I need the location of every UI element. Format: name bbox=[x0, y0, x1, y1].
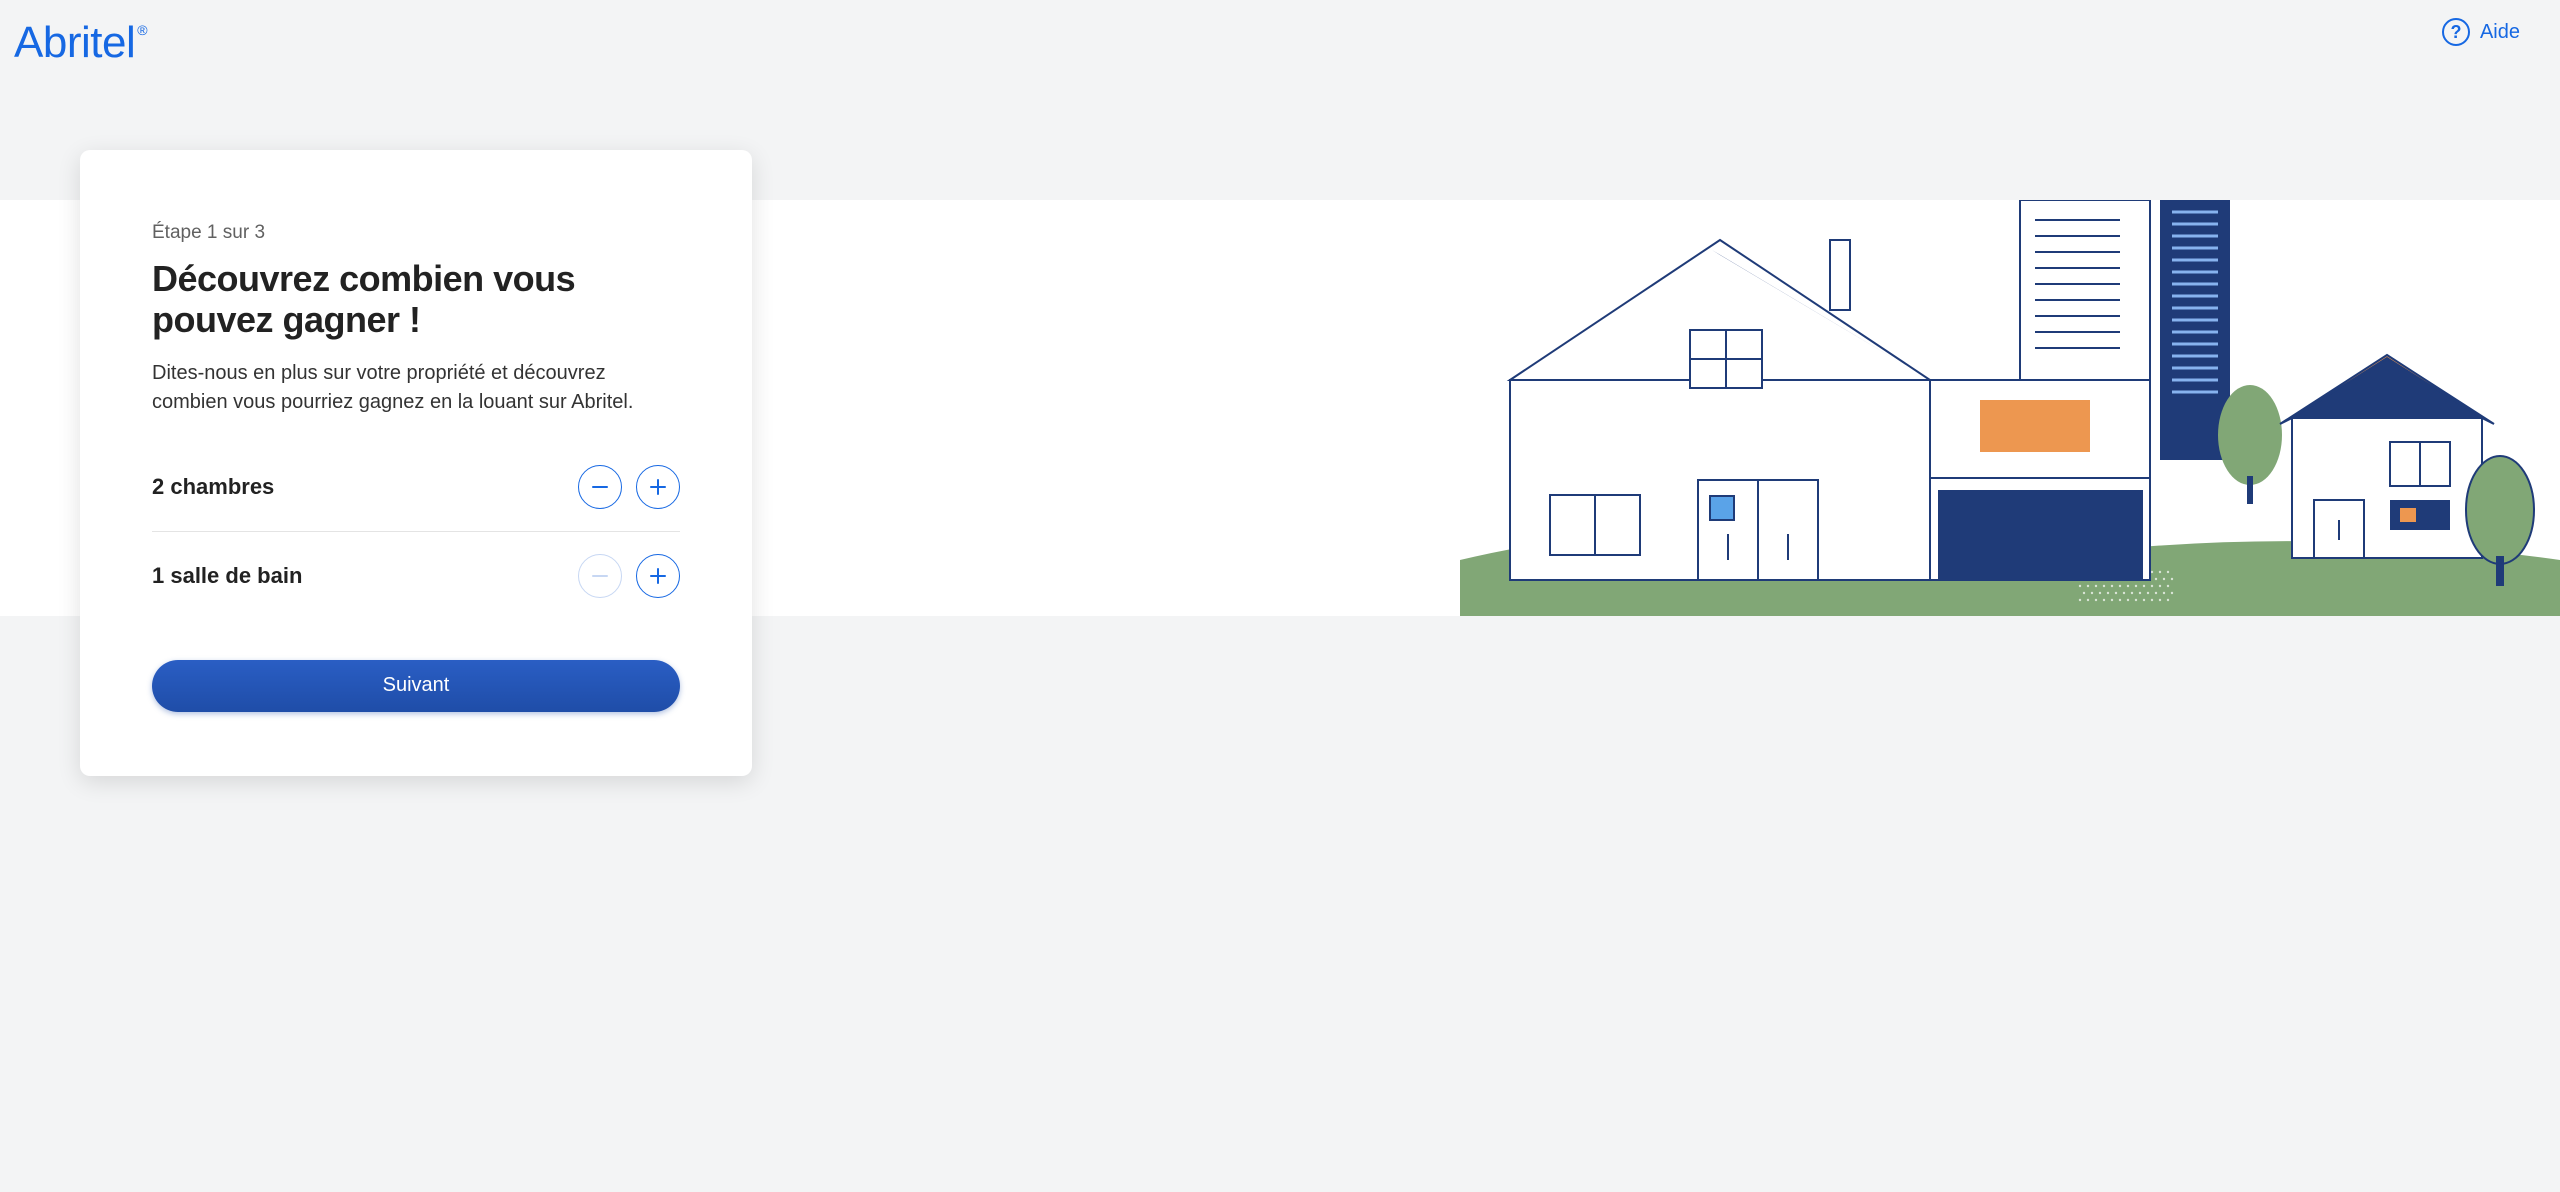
plus-icon bbox=[650, 568, 666, 584]
bedrooms-stepper bbox=[578, 465, 680, 509]
next-button-label: Suivant bbox=[383, 674, 450, 696]
bathrooms-row: 1 salle de bain bbox=[152, 532, 680, 620]
registered-mark: ® bbox=[137, 22, 147, 38]
minus-icon bbox=[592, 479, 608, 495]
next-button[interactable]: Suivant bbox=[152, 660, 680, 712]
bathrooms-stepper bbox=[578, 554, 680, 598]
brand-logo[interactable]: Abritel ® bbox=[14, 18, 147, 68]
card-title: Découvrez combien vous pouvez gagner ! bbox=[152, 258, 680, 341]
bedrooms-label: 2 chambres bbox=[152, 474, 274, 500]
plus-icon bbox=[650, 479, 666, 495]
card-description: Dites-nous en plus sur votre propriété e… bbox=[152, 359, 680, 417]
bathrooms-label: 1 salle de bain bbox=[152, 563, 302, 589]
bedrooms-increment-button[interactable] bbox=[636, 465, 680, 509]
bathrooms-decrement-button bbox=[578, 554, 622, 598]
help-label: Aide bbox=[2480, 21, 2520, 44]
help-link[interactable]: ? Aide bbox=[2442, 18, 2520, 46]
bathrooms-increment-button[interactable] bbox=[636, 554, 680, 598]
bedrooms-row: 2 chambres bbox=[152, 443, 680, 531]
bedrooms-decrement-button[interactable] bbox=[578, 465, 622, 509]
help-icon: ? bbox=[2442, 18, 2470, 46]
minus-icon bbox=[592, 568, 608, 584]
brand-name: Abritel bbox=[14, 18, 135, 68]
onboarding-card: Étape 1 sur 3 Découvrez combien vous pou… bbox=[80, 150, 752, 776]
step-indicator: Étape 1 sur 3 bbox=[152, 222, 680, 244]
